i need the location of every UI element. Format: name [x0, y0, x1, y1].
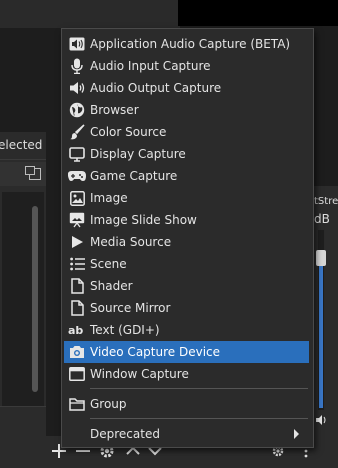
- play-icon: [64, 231, 90, 253]
- menu-item-label: Source Mirror: [90, 301, 171, 315]
- speaker-icon[interactable]: [315, 414, 327, 426]
- menu-item-label: Audio Input Capture: [90, 59, 211, 73]
- menu-item-label: Game Capture: [90, 169, 178, 183]
- menu-item-label: Display Capture: [90, 147, 186, 161]
- gamepad-icon: [64, 165, 90, 187]
- menu-separator: [90, 418, 308, 419]
- paintbrush-icon: [64, 121, 90, 143]
- no-source-selected-label: elected: [0, 138, 43, 152]
- folder-icon: [64, 393, 90, 415]
- add-source-menu: Application Audio Capture (BETA) Audio I…: [61, 28, 314, 448]
- app-audio-icon: [64, 33, 90, 55]
- camera-icon: [64, 341, 90, 363]
- menu-item-label: Video Capture Device: [90, 345, 221, 359]
- volume-meter-level: [319, 262, 323, 408]
- menu-item-label: Scene: [90, 257, 127, 271]
- menu-item-label: Deprecated: [90, 427, 160, 441]
- mixer-db-label: dB: [314, 212, 330, 226]
- menu-item-label: Media Source: [90, 235, 172, 249]
- mixer-source-name: tStrea: [314, 196, 338, 207]
- speaker-icon: [64, 77, 90, 99]
- preview-area: [178, 0, 338, 26]
- window-icon: [64, 363, 90, 385]
- menu-item-label: Browser: [90, 103, 139, 117]
- monitor-icon: [64, 143, 90, 165]
- menu-separator: [90, 388, 308, 389]
- menu-item-text-gdi[interactable]: ab Text (GDI+): [64, 319, 309, 341]
- microphone-icon: [64, 55, 90, 77]
- menu-item-label: Audio Output Capture: [90, 81, 222, 95]
- popout-icon-back: [25, 166, 35, 175]
- menu-item-source-mirror[interactable]: Source Mirror: [64, 297, 309, 319]
- menu-item-video-capture-device[interactable]: Video Capture Device: [64, 341, 309, 363]
- menu-item-window-capture[interactable]: Window Capture: [64, 363, 309, 385]
- svg-text:ab: ab: [68, 324, 83, 336]
- volume-slider-handle[interactable]: [316, 250, 326, 266]
- menu-item-label: Text (GDI+): [90, 323, 160, 337]
- menu-item-game-capture[interactable]: Game Capture: [64, 165, 309, 187]
- menu-item-display-capture[interactable]: Display Capture: [64, 143, 309, 165]
- list-icon: [64, 253, 90, 275]
- menu-item-media-source[interactable]: Media Source: [64, 231, 309, 253]
- menu-item-label: Color Source: [90, 125, 167, 139]
- menu-item-browser[interactable]: Browser: [64, 99, 309, 121]
- image-icon: [64, 187, 90, 209]
- menu-item-label: Window Capture: [90, 367, 189, 381]
- menu-item-scene[interactable]: Scene: [64, 253, 309, 275]
- menu-item-audio-output-capture[interactable]: Audio Output Capture: [64, 77, 309, 99]
- top-bar: [0, 0, 180, 28]
- menu-item-label: Image: [90, 191, 128, 205]
- dock-divider: [0, 406, 46, 433]
- menu-item-icon-spacer: [64, 423, 90, 445]
- menu-item-image[interactable]: Image: [64, 187, 309, 209]
- menu-item-color-source[interactable]: Color Source: [64, 121, 309, 143]
- menu-item-application-audio-capture[interactable]: Application Audio Capture (BETA): [64, 33, 309, 55]
- menu-item-audio-input-capture[interactable]: Audio Input Capture: [64, 55, 309, 77]
- menu-item-label: Image Slide Show: [90, 213, 197, 227]
- globe-icon: [64, 99, 90, 121]
- menu-item-label: Application Audio Capture (BETA): [90, 37, 291, 51]
- submenu-arrow-icon: [294, 429, 299, 439]
- menu-item-label: Shader: [90, 279, 133, 293]
- text-icon: ab: [64, 319, 90, 341]
- menu-item-deprecated[interactable]: Deprecated: [64, 423, 309, 445]
- menu-item-label: Group: [90, 397, 127, 411]
- menu-item-image-slide-show[interactable]: Image Slide Show: [64, 209, 309, 231]
- menu-item-group[interactable]: Group: [64, 393, 309, 415]
- menu-item-shader[interactable]: Shader: [64, 275, 309, 297]
- file-icon: [64, 275, 90, 297]
- sources-scrollbar[interactable]: [32, 206, 38, 392]
- sources-dock-header: elected: [0, 132, 46, 160]
- file-icon: [64, 297, 90, 319]
- slideshow-icon: [64, 209, 90, 231]
